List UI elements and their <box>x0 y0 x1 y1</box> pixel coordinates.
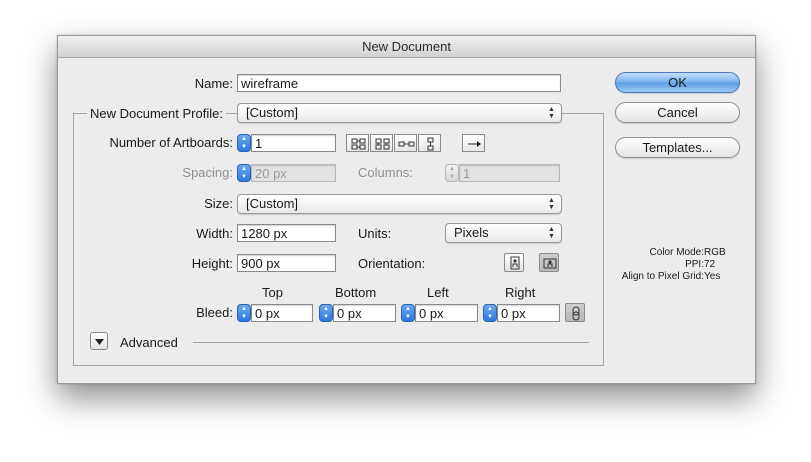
bleed-right-label: Right <box>505 285 536 300</box>
artboards-stepper[interactable]: ▲ ▼ <box>237 134 251 152</box>
bleed-left-field[interactable]: 0 px <box>415 304 478 322</box>
columns-label: Columns: <box>358 165 413 180</box>
bleed-top-stepper[interactable]: ▲ ▼ <box>237 304 251 322</box>
profile-label: New Document Profile: <box>87 106 226 121</box>
align-label: Align to Pixel Grid: <box>621 271 704 282</box>
units-value: Pixels <box>454 225 489 240</box>
columns-stepper[interactable]: ▲ ▼ <box>445 164 459 182</box>
name-field[interactable]: wireframe <box>237 74 561 92</box>
color-mode-label: Color Mode: <box>649 247 704 258</box>
bleed-top-field[interactable]: 0 px <box>251 304 313 322</box>
select-arrows-icon: ▲ ▼ <box>548 106 555 120</box>
arrange-by-row-icon[interactable] <box>394 134 417 152</box>
landscape-icon[interactable] <box>539 253 559 272</box>
size-value: [Custom] <box>246 196 299 211</box>
ppi-value: 72 <box>704 259 716 270</box>
advanced-label[interactable]: Advanced <box>120 335 178 350</box>
name-label: Name: <box>194 76 233 91</box>
units-select[interactable]: Pixels ▲ ▼ <box>445 223 562 243</box>
size-label: Size: <box>204 196 233 211</box>
spacing-stepper[interactable]: ▲ ▼ <box>237 164 251 182</box>
bleed-bottom-field[interactable]: 0 px <box>333 304 396 322</box>
size-select[interactable]: [Custom] ▲ ▼ <box>237 194 562 214</box>
columns-field[interactable]: 1 <box>459 164 560 182</box>
color-mode-value: RGB <box>704 247 726 258</box>
ppi-label: PPI: <box>685 259 704 270</box>
width-field[interactable]: 1280 px <box>237 224 336 242</box>
orientation-label: Orientation: <box>358 256 426 271</box>
artboards-label: Number of Artboards: <box>109 135 233 150</box>
spacing-label: Spacing: <box>182 165 233 180</box>
portrait-icon[interactable] <box>504 253 524 272</box>
align-value: Yes <box>704 271 721 282</box>
cancel-button[interactable]: Cancel <box>615 102 740 123</box>
bleed-top-label: Top <box>262 285 283 300</box>
height-label: Height: <box>191 256 233 271</box>
bleed-bottom-stepper[interactable]: ▲ ▼ <box>319 304 333 322</box>
units-label: Units: <box>358 226 392 241</box>
select-arrows-icon: ▲ ▼ <box>548 197 555 211</box>
grid-by-column-icon[interactable] <box>370 134 393 152</box>
bleed-right-stepper[interactable]: ▲ ▼ <box>483 304 497 322</box>
bleed-left-stepper[interactable]: ▲ ▼ <box>401 304 415 322</box>
bleed-left-label: Left <box>427 285 449 300</box>
link-icon[interactable] <box>565 303 585 322</box>
advanced-divider <box>193 342 589 343</box>
bleed-right-field[interactable]: 0 px <box>497 304 560 322</box>
ok-button[interactable]: OK <box>615 72 740 93</box>
spacing-field[interactable]: 20 px <box>251 164 336 182</box>
new-document-dialog: New Document Name: wireframe New Documen… <box>57 35 756 384</box>
profile-select[interactable]: [Custom] ▲ ▼ <box>237 103 562 123</box>
width-label: Width: <box>196 226 233 241</box>
bleed-bottom-label: Bottom <box>335 285 377 300</box>
bleed-label: Bleed: <box>196 305 233 320</box>
dialog-title: New Document <box>58 36 755 58</box>
profile-value: [Custom] <box>246 105 299 120</box>
document-info: Color Mode: RGB PPI: 72 Align to Pixel Gri… <box>598 247 748 283</box>
templates-button[interactable]: Templates... <box>615 137 740 158</box>
height-field[interactable]: 900 px <box>237 254 336 272</box>
grid-by-row-icon[interactable] <box>346 134 369 152</box>
arrange-by-column-icon[interactable] <box>418 134 441 152</box>
select-arrows-icon: ▲ ▼ <box>548 226 555 240</box>
left-to-right-layout-icon[interactable] <box>462 134 485 152</box>
artboards-field[interactable]: 1 <box>251 134 336 152</box>
disclosure-triangle-icon[interactable] <box>90 332 108 350</box>
